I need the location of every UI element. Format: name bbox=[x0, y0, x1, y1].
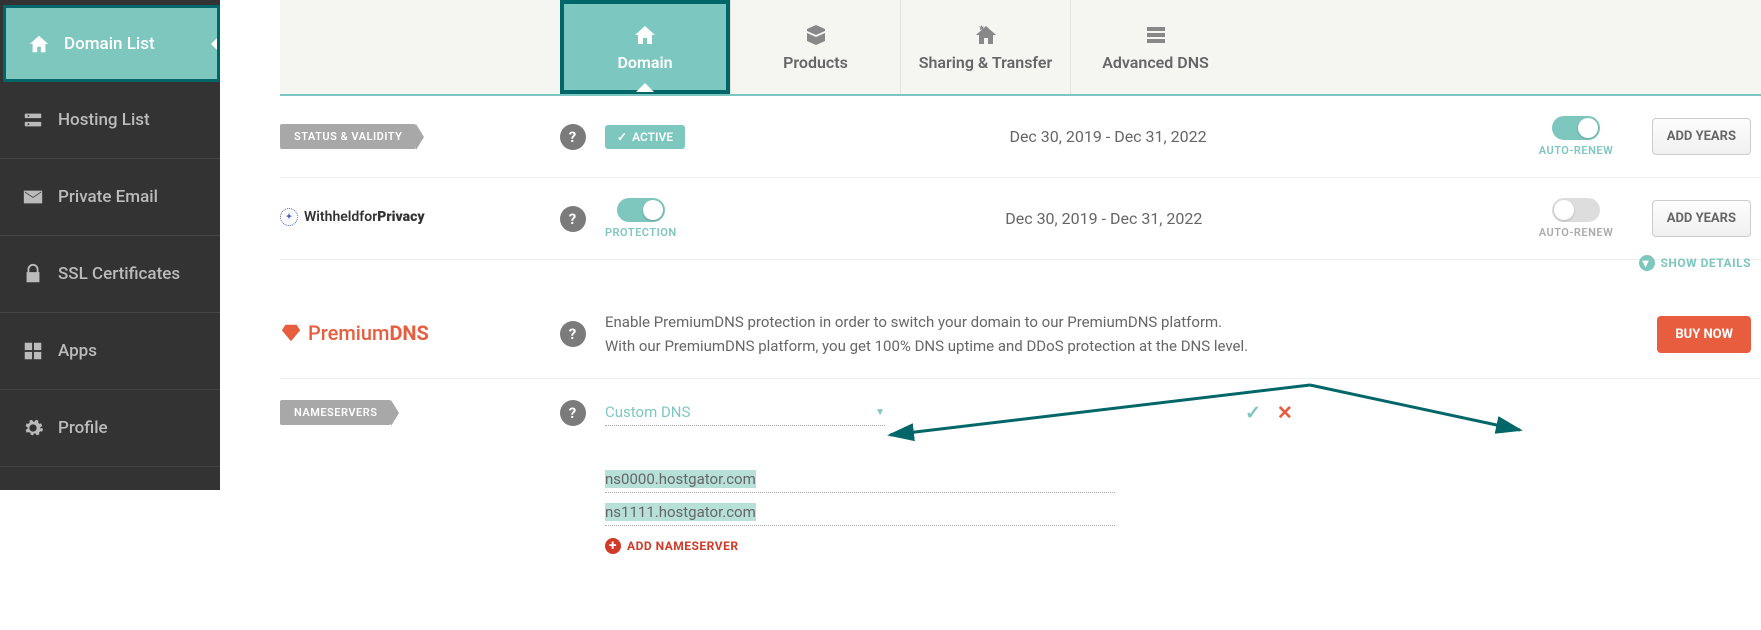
sidebar-item-domain-list[interactable]: Domain List bbox=[3, 5, 220, 82]
auto-renew-toggle[interactable] bbox=[1552, 116, 1600, 140]
nameserver-list: ns0000.hostgator.com ns1111.hostgator.co… bbox=[280, 466, 1761, 554]
tab-label: Products bbox=[783, 53, 848, 72]
auto-renew-label: AUTO-RENEW bbox=[1539, 226, 1614, 239]
sidebar-item-label: SSL Certificates bbox=[58, 264, 180, 284]
chevron-down-icon: ▼ bbox=[875, 407, 885, 418]
server-icon bbox=[1144, 23, 1168, 47]
protection-toggle[interactable] bbox=[617, 198, 665, 222]
hosting-icon bbox=[22, 109, 44, 131]
diamond-icon bbox=[280, 322, 302, 344]
status-date-range: Dec 30, 2019 - Dec 31, 2022 bbox=[705, 127, 1511, 146]
tab-domain[interactable]: Domain bbox=[560, 0, 730, 94]
auto-renew-toggle[interactable] bbox=[1552, 198, 1600, 222]
main-content: Domain Products Sharing & Transfer Advan… bbox=[280, 0, 1761, 554]
section-privacy: WithheldforPrivacy ? PROTECTION Dec 30, … bbox=[280, 178, 1761, 260]
tab-label: Sharing & Transfer bbox=[919, 53, 1053, 72]
sidebar-item-apps[interactable]: Apps bbox=[0, 313, 220, 390]
privacy-date-range: Dec 30, 2019 - Dec 31, 2022 bbox=[697, 209, 1511, 228]
section-status-validity: STATUS & VALIDITY ? ACTIVE Dec 30, 2019 … bbox=[280, 96, 1761, 178]
tab-label: Domain bbox=[617, 53, 672, 72]
nameserver-input[interactable]: ns1111.hostgator.com bbox=[605, 499, 1115, 526]
house-icon bbox=[28, 33, 50, 55]
email-icon bbox=[22, 186, 44, 208]
sidebar-item-label: Domain List bbox=[64, 34, 155, 54]
confirm-check-icon[interactable]: ✓ bbox=[1245, 401, 1261, 424]
nameserver-input[interactable]: ns0000.hostgator.com bbox=[605, 466, 1115, 493]
sidebar-item-label: Hosting List bbox=[58, 110, 150, 130]
brand-withheldforprivacy: WithheldforPrivacy bbox=[280, 208, 425, 226]
box-icon bbox=[804, 23, 828, 47]
premium-description: Enable PremiumDNS protection in order to… bbox=[605, 310, 1248, 358]
tab-sharing-transfer[interactable]: Sharing & Transfer bbox=[900, 0, 1070, 94]
sidebar-item-hosting-list[interactable]: Hosting List bbox=[0, 82, 220, 159]
privacy-brand-icon bbox=[280, 208, 298, 226]
add-years-button[interactable]: ADD YEARS bbox=[1652, 118, 1751, 155]
help-icon[interactable]: ? bbox=[560, 321, 586, 347]
lock-icon bbox=[22, 263, 44, 285]
house-icon bbox=[633, 23, 657, 47]
tab-advanced-dns[interactable]: Advanced DNS bbox=[1070, 0, 1240, 94]
tab-bar: Domain Products Sharing & Transfer Advan… bbox=[280, 0, 1761, 96]
add-nameserver-link[interactable]: + ADD NAMESERVER bbox=[605, 538, 739, 554]
section-nameservers: NAMESERVERS ? Custom DNS ▼ ✓ ✕ bbox=[280, 379, 1761, 446]
brand-premiumdns: PremiumDNS bbox=[280, 321, 429, 345]
dns-dropdown[interactable]: Custom DNS ▼ bbox=[605, 399, 885, 426]
nameservers-badge: NAMESERVERS bbox=[280, 400, 391, 425]
sidebar-item-label: Apps bbox=[58, 341, 97, 361]
buy-now-button[interactable]: BUY NOW bbox=[1657, 316, 1751, 353]
tab-label: Advanced DNS bbox=[1102, 53, 1209, 72]
sidebar-item-label: Profile bbox=[58, 418, 108, 438]
sidebar-item-profile[interactable]: Profile bbox=[0, 390, 220, 467]
transfer-icon bbox=[974, 23, 998, 47]
status-active-pill: ACTIVE bbox=[605, 125, 685, 149]
sidebar-item-ssl-certificates[interactable]: SSL Certificates bbox=[0, 236, 220, 313]
gear-icon bbox=[22, 417, 44, 439]
plus-icon: + bbox=[605, 538, 621, 554]
show-details-link[interactable]: SHOW DETAILS bbox=[1639, 255, 1751, 271]
protection-label: PROTECTION bbox=[605, 226, 677, 239]
help-icon[interactable]: ? bbox=[560, 206, 586, 232]
status-validity-badge: STATUS & VALIDITY bbox=[280, 124, 416, 149]
apps-icon bbox=[22, 340, 44, 362]
help-icon[interactable]: ? bbox=[560, 124, 586, 150]
sidebar: Domain List Hosting List Private Email S… bbox=[0, 0, 220, 490]
help-icon[interactable]: ? bbox=[560, 400, 586, 426]
sidebar-item-label: Private Email bbox=[58, 187, 158, 207]
auto-renew-label: AUTO-RENEW bbox=[1539, 144, 1614, 157]
section-premium-dns: PremiumDNS ? Enable PremiumDNS protectio… bbox=[280, 290, 1761, 379]
sidebar-item-private-email[interactable]: Private Email bbox=[0, 159, 220, 236]
add-years-button[interactable]: ADD YEARS bbox=[1652, 200, 1751, 237]
tab-products[interactable]: Products bbox=[730, 0, 900, 94]
cancel-x-icon[interactable]: ✕ bbox=[1277, 401, 1293, 424]
